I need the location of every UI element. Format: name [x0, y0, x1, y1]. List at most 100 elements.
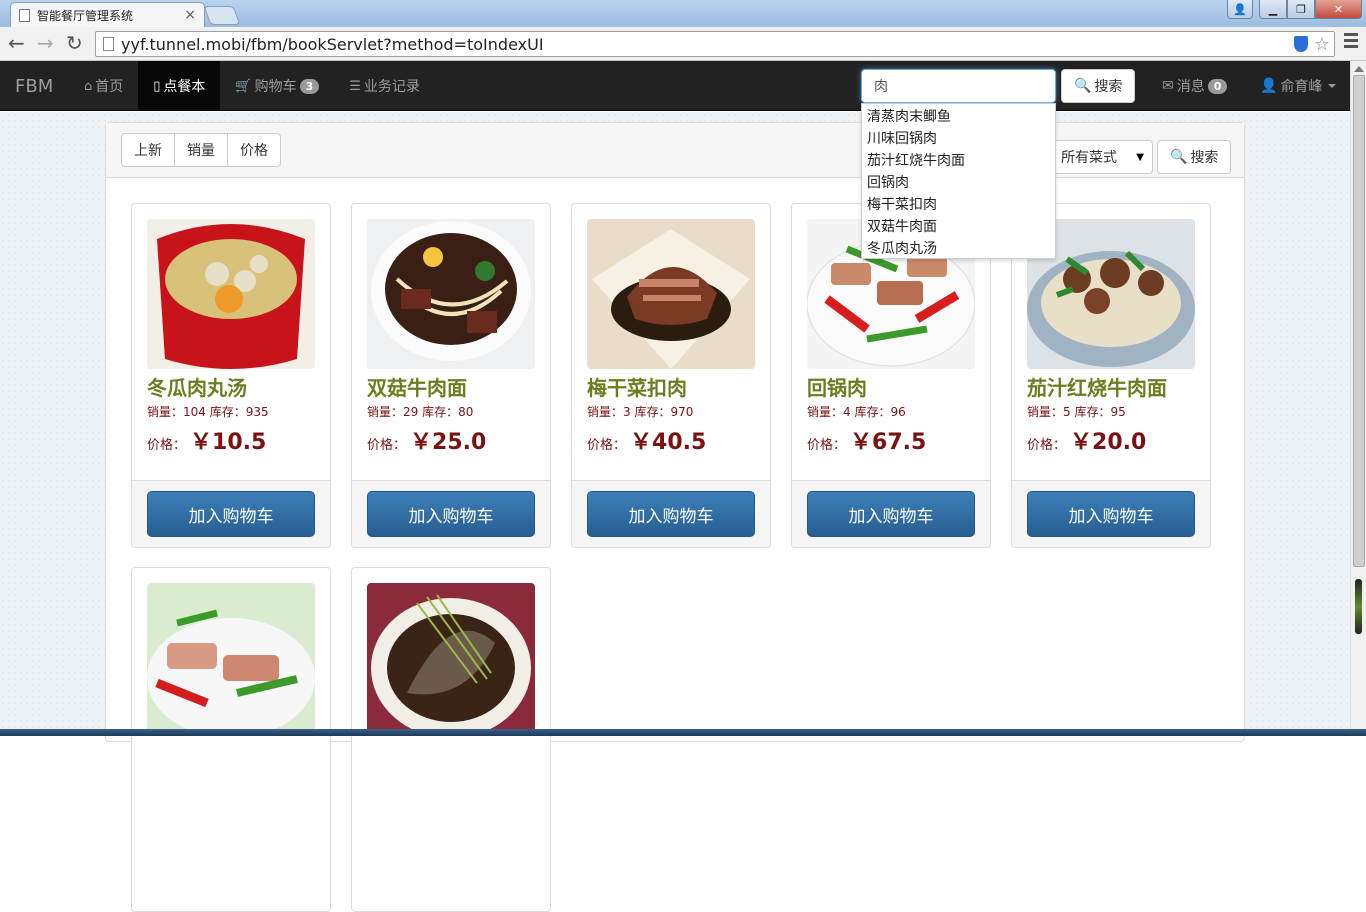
panel-search-button[interactable]: 🔍 搜索 [1157, 140, 1232, 174]
list-icon: ☰ [349, 78, 361, 94]
sort-button-group: 上新 销量 价格 [121, 133, 281, 167]
nav-menu-book[interactable]: ▯ 点餐本 [138, 61, 221, 111]
nav-label: 首页 [95, 79, 124, 95]
autocomplete-item[interactable]: 梅干菜扣肉 [862, 194, 1055, 216]
sort-newest-button[interactable]: 上新 [121, 133, 175, 167]
user-icon: 👤 [1260, 78, 1278, 94]
dish-card [351, 567, 551, 912]
dish-name: 双菇牛肉面 [367, 376, 467, 400]
autocomplete-item[interactable]: 冬瓜肉丸汤 [862, 238, 1055, 260]
dish-image[interactable] [147, 219, 315, 369]
dish-stats: 销量：29 库存：80 [367, 405, 474, 419]
browser-tab[interactable]: 智能餐厅管理系统 × [10, 2, 205, 27]
search-icon: 🔍 [1074, 78, 1092, 94]
chevron-down-icon [1328, 84, 1337, 88]
nav-cart[interactable]: 🛒 购物车 3 [220, 61, 334, 111]
nav-user-dropdown[interactable]: 👤 俞育峰 [1260, 61, 1337, 111]
sort-price-button[interactable]: 价格 [227, 133, 281, 167]
search-button-label: 搜索 [1094, 79, 1123, 95]
nav-label: 业务记录 [363, 79, 420, 95]
dish-price: 价格： ￥20.0 [1027, 430, 1147, 455]
page-background: 上新 销量 价格 所有菜式 ▼ 🔍 搜索 冬瓜肉丸汤 销量：104 库存：935… [0, 112, 1350, 912]
reload-icon[interactable]: ↻ [66, 32, 83, 54]
book-icon: ▯ [153, 78, 161, 94]
dish-stats: 销量：104 库存：935 [147, 405, 269, 419]
back-icon[interactable]: ← [8, 32, 25, 54]
envelope-icon: ✉ [1162, 78, 1174, 94]
new-tab-button[interactable] [203, 6, 241, 25]
category-select-value: 所有菜式 [1061, 150, 1117, 166]
card-footer: 加入购物车 [132, 480, 330, 547]
autocomplete-item[interactable]: 清蒸肉末鲫鱼 [862, 106, 1055, 128]
dish-price: 价格： ￥67.5 [807, 430, 927, 455]
card-footer: 加入购物车 [792, 480, 990, 547]
address-bar[interactable]: yyf.tunnel.mobi/fbm/bookServlet?method=t… [95, 31, 1335, 57]
autocomplete-item[interactable]: 川味回锅肉 [862, 128, 1055, 150]
search-button-label: 搜索 [1190, 150, 1219, 166]
user-icon[interactable]: 👤 [1227, 0, 1253, 19]
scrollbar-thumb[interactable] [1353, 75, 1365, 567]
card-footer: 加入购物车 [352, 480, 550, 547]
add-to-cart-button[interactable]: 加入购物车 [587, 491, 755, 537]
vertical-scrollbar[interactable] [1350, 61, 1366, 732]
close-window-button[interactable]: ✕ [1315, 0, 1362, 19]
dish-stats: 销量：3 库存：970 [587, 405, 694, 419]
cart-icon: 🛒 [235, 78, 252, 94]
scroll-indicator [1355, 579, 1362, 634]
star-icon[interactable]: ☆ [1314, 34, 1330, 55]
nav-search-button[interactable]: 🔍 搜索 [1061, 69, 1136, 103]
user-name: 俞育峰 [1280, 79, 1323, 95]
messages-badge: 0 [1207, 78, 1228, 94]
close-tab-icon[interactable]: × [184, 7, 196, 23]
dish-card: 冬瓜肉丸汤 销量：104 库存：935 价格： ￥10.5 加入购物车 [131, 203, 331, 548]
menu-panel: 上新 销量 价格 所有菜式 ▼ 🔍 搜索 冬瓜肉丸汤 销量：104 库存：935… [105, 122, 1245, 912]
card-footer: 加入购物车 [1012, 480, 1210, 547]
add-to-cart-button[interactable]: 加入购物车 [1027, 491, 1195, 537]
add-to-cart-button[interactable]: 加入购物车 [147, 491, 315, 537]
dish-card: 梅干菜扣肉 销量：3 库存：970 价格： ￥40.5 加入购物车 [571, 203, 771, 548]
main-nav: ⌂ 首页 ▯ 点餐本 🛒 购物车 3 ☰ 业务记录 [69, 61, 435, 111]
dish-stats: 销量：4 库存：96 [807, 405, 906, 419]
shield-icon[interactable] [1293, 36, 1308, 52]
tab-title: 智能餐厅管理系统 [37, 8, 134, 23]
dish-name: 冬瓜肉丸汤 [147, 376, 247, 400]
dish-image[interactable] [587, 219, 755, 369]
dish-name: 梅干菜扣肉 [587, 376, 687, 400]
add-to-cart-button[interactable]: 加入购物车 [367, 491, 535, 537]
search-autocomplete-dropdown: 清蒸肉末鲫鱼 川味回锅肉 茄汁红烧牛肉面 回锅肉 梅干菜扣肉 双菇牛肉面 冬瓜肉… [861, 103, 1056, 259]
nav-messages[interactable]: ✉ 消息 0 [1162, 61, 1228, 111]
autocomplete-item[interactable]: 回锅肉 [862, 172, 1055, 194]
minimize-button[interactable]: ▁ [1259, 0, 1287, 19]
sort-sales-button[interactable]: 销量 [174, 133, 228, 167]
dish-name: 回锅肉 [807, 376, 867, 400]
autocomplete-item[interactable]: 双菇牛肉面 [862, 216, 1055, 238]
window-titlebar: 智能餐厅管理系统 × 👤 ▁ ❐ ✕ [0, 0, 1366, 27]
page-icon [19, 8, 30, 22]
brand-logo[interactable]: FBM [15, 76, 53, 97]
dish-image[interactable] [147, 583, 315, 733]
dish-card [131, 567, 331, 912]
dish-image[interactable] [367, 583, 535, 733]
autocomplete-item[interactable]: 茄汁红烧牛肉面 [862, 150, 1055, 172]
dish-card: 双菇牛肉面 销量：29 库存：80 价格： ￥25.0 加入购物车 [351, 203, 551, 548]
category-select[interactable]: 所有菜式 ▼ [1052, 140, 1153, 174]
dish-name: 茄汁红烧牛肉面 [1027, 376, 1167, 400]
card-footer: 加入购物车 [572, 480, 770, 547]
nav-records[interactable]: ☰ 业务记录 [334, 61, 435, 111]
maximize-button[interactable]: ❐ [1287, 0, 1315, 19]
app-navbar: FBM ⌂ 首页 ▯ 点餐本 🛒 购物车 3 ☰ 业务记录 肉 🔍 搜索 ✉ 消… [0, 61, 1350, 111]
url-text[interactable]: yyf.tunnel.mobi/fbm/bookServlet?method=t… [121, 35, 1294, 54]
cart-count-badge: 3 [299, 78, 320, 94]
scroll-up-icon[interactable] [1354, 66, 1364, 72]
nav-home[interactable]: ⌂ 首页 [69, 61, 138, 111]
forward-icon[interactable]: → [37, 32, 54, 54]
messages-label: 消息 [1176, 79, 1205, 95]
os-taskbar [0, 729, 1366, 736]
add-to-cart-button[interactable]: 加入购物车 [807, 491, 975, 537]
panel-heading: 上新 销量 价格 所有菜式 ▼ 🔍 搜索 [106, 123, 1244, 178]
search-input[interactable]: 肉 [861, 69, 1056, 103]
menu-icon[interactable] [1344, 33, 1358, 51]
browser-toolbar: ← → ↻ yyf.tunnel.mobi/fbm/bookServlet?me… [0, 27, 1366, 61]
dish-price: 价格： ￥40.5 [587, 430, 707, 455]
dish-image[interactable] [367, 219, 535, 369]
